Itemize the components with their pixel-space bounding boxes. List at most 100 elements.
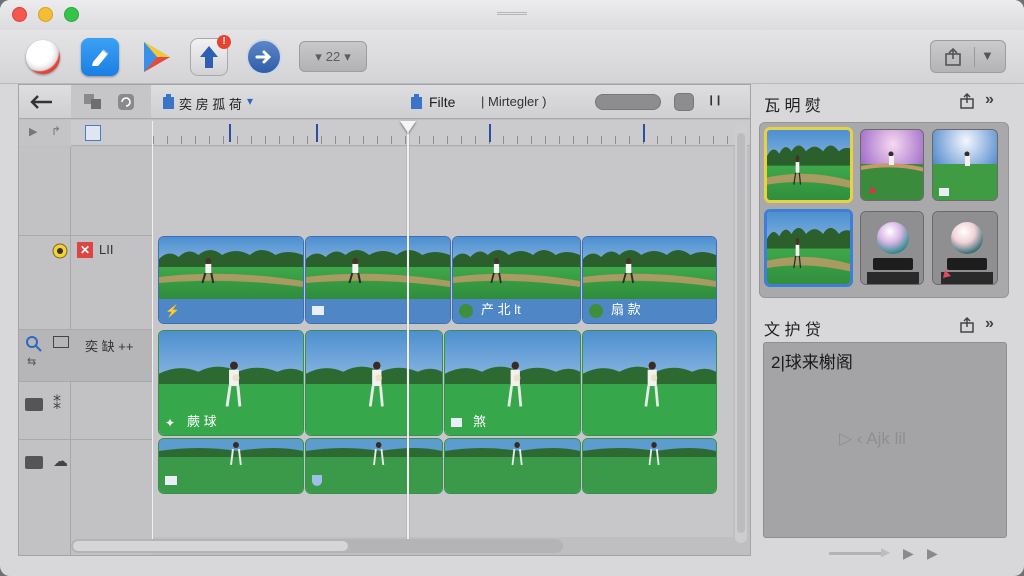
- ruler-marker: [316, 124, 318, 142]
- expand-icon[interactable]: »: [985, 91, 1001, 108]
- folder-icon[interactable]: [25, 398, 43, 411]
- settings-button[interactable]: [674, 93, 694, 111]
- export-icon[interactable]: [959, 93, 975, 109]
- viewer-caption: 2|球来榭阁: [771, 353, 853, 372]
- adjust-icon[interactable]: ⁑: [53, 394, 61, 414]
- export-icon[interactable]: [959, 317, 975, 333]
- media-thumbnail[interactable]: [764, 127, 853, 203]
- time-ruler[interactable]: ▶ ↱: [19, 120, 750, 146]
- view-mode-buttons: [71, 85, 151, 118]
- track-headers: ✕ LII ⇆ 奕 缺 ++ ⁑ ☁: [19, 147, 152, 555]
- lock-icon[interactable]: [51, 242, 69, 260]
- export-menu-button[interactable]: ▼: [930, 40, 1006, 73]
- edit-button[interactable]: [81, 38, 119, 76]
- mute-icon[interactable]: ✕: [77, 242, 93, 258]
- video-clip[interactable]: ⚡: [158, 236, 304, 324]
- video-clip[interactable]: [444, 438, 581, 494]
- filter-tab[interactable]: Filte: [429, 94, 455, 110]
- clip-thumbnail: [306, 439, 442, 494]
- loop-icon[interactable]: ↱: [51, 124, 61, 138]
- back-arrow-icon[interactable]: [29, 92, 55, 112]
- globe-icon: [459, 304, 473, 318]
- video-clip[interactable]: [305, 236, 451, 324]
- film-icon[interactable]: [25, 456, 43, 469]
- project-tab[interactable]: 奕 房 孤 荷: [179, 94, 242, 113]
- volume-slider[interactable]: [595, 94, 661, 110]
- browser-header: 瓦 明 熨 »: [759, 84, 1011, 118]
- app-window: ! ▾ 22 ▾ ▼ 奕 房 孤 荷 ▾ Filte | Mirtegler)…: [0, 0, 1024, 576]
- play-small-icon[interactable]: ▶: [29, 125, 37, 138]
- timeline-toolbar: 奕 房 孤 荷 ▾ Filte | Mirtegler ) ❙❙: [19, 85, 750, 119]
- play-icon[interactable]: ▶: [903, 545, 914, 562]
- document-icon: [411, 94, 422, 109]
- clip-thumbnail: [583, 331, 716, 436]
- edit-icon: [92, 49, 109, 66]
- close-window-button[interactable]: [12, 7, 27, 22]
- play-icon: [144, 42, 170, 72]
- track-header-top[interactable]: ✕ LII: [19, 235, 152, 329]
- transport-controls: ▶ ▶ ▶: [829, 545, 949, 561]
- video-clip[interactable]: [305, 438, 443, 494]
- filter-hint: | Mirtegler ): [481, 94, 547, 109]
- media-thumbnail[interactable]: [932, 129, 998, 201]
- clip-thumbnail: [159, 331, 303, 436]
- leaf-icon: ✦: [165, 416, 176, 430]
- timeline-pane: 奕 房 孤 荷 ▾ Filte | Mirtegler ) ❙❙ ▶ ↱ ✕ L…: [18, 84, 751, 556]
- swap-icon[interactable]: ⇆: [27, 355, 36, 368]
- media-thumbnail[interactable]: [764, 209, 853, 287]
- search-icon[interactable]: [25, 335, 43, 353]
- video-clip[interactable]: 扇 款: [582, 236, 717, 324]
- viewer-title: 文 护 贷: [764, 322, 821, 339]
- track-header-audio[interactable]: ⁑: [19, 381, 152, 439]
- chevron-down-icon: ▾: [344, 48, 351, 64]
- ruler-marker: [489, 124, 491, 142]
- viewer-panel[interactable]: 2|球来榭阁 ▷ ‹ Ajk lil: [763, 342, 1007, 538]
- vertical-scrollbar[interactable]: [735, 123, 747, 543]
- minimize-window-button[interactable]: [38, 7, 53, 22]
- ruler-ticks: [153, 120, 733, 146]
- export-icon: [945, 48, 961, 66]
- chevron-down-icon: ▼: [981, 48, 994, 63]
- horizontal-scrollbar[interactable]: [71, 539, 563, 553]
- video-clip[interactable]: [582, 330, 717, 436]
- pause-icon[interactable]: ❙❙: [707, 95, 723, 106]
- video-clip[interactable]: [158, 438, 304, 494]
- track-header-music[interactable]: ☁: [19, 439, 152, 495]
- play-button[interactable]: [137, 38, 175, 76]
- clip-thumbnail: [453, 237, 580, 301]
- track-header-middle[interactable]: ⇆ 奕 缺 ++: [19, 329, 152, 381]
- video-clip[interactable]: ✦ 蕨 球: [158, 330, 304, 436]
- tag-icon: [451, 418, 462, 427]
- zoom-window-button[interactable]: [64, 7, 79, 22]
- video-clip[interactable]: 产 北 lt: [452, 236, 581, 324]
- start-line: [152, 121, 153, 541]
- chevron-down-icon[interactable]: ▾: [247, 94, 253, 108]
- video-clip[interactable]: 煞: [444, 330, 581, 436]
- caption-icon: [165, 476, 177, 485]
- sync-icon[interactable]: [117, 93, 135, 111]
- zoom-select[interactable]: ▾ 22 ▾: [299, 41, 367, 72]
- mail-icon[interactable]: [53, 336, 69, 348]
- chat-icon[interactable]: ☁: [53, 452, 68, 470]
- expand-icon[interactable]: »: [985, 315, 1001, 332]
- video-clip[interactable]: [305, 330, 443, 436]
- forward-button[interactable]: [245, 38, 283, 76]
- media-thumbnail[interactable]: [860, 211, 924, 285]
- record-icon: [26, 40, 60, 74]
- marker-icon[interactable]: [85, 125, 101, 141]
- clip-thumbnail: [445, 439, 580, 494]
- media-thumbnail[interactable]: [860, 129, 924, 201]
- play-small-icon[interactable]: ▶: [881, 545, 890, 559]
- playhead-handle[interactable]: [400, 121, 416, 133]
- record-button[interactable]: [24, 38, 62, 76]
- next-icon[interactable]: ▶: [927, 545, 938, 562]
- share-button[interactable]: !: [190, 35, 231, 76]
- scrub-slider[interactable]: [829, 552, 881, 555]
- ruler-controls: ▶ ↱: [19, 120, 71, 146]
- clip-label: 煞: [473, 414, 487, 429]
- playhead[interactable]: [407, 123, 409, 543]
- clips-view-icon[interactable]: [83, 93, 103, 111]
- media-thumbnail[interactable]: [932, 211, 998, 285]
- video-clip[interactable]: [582, 438, 717, 494]
- track-name: LII: [99, 242, 114, 257]
